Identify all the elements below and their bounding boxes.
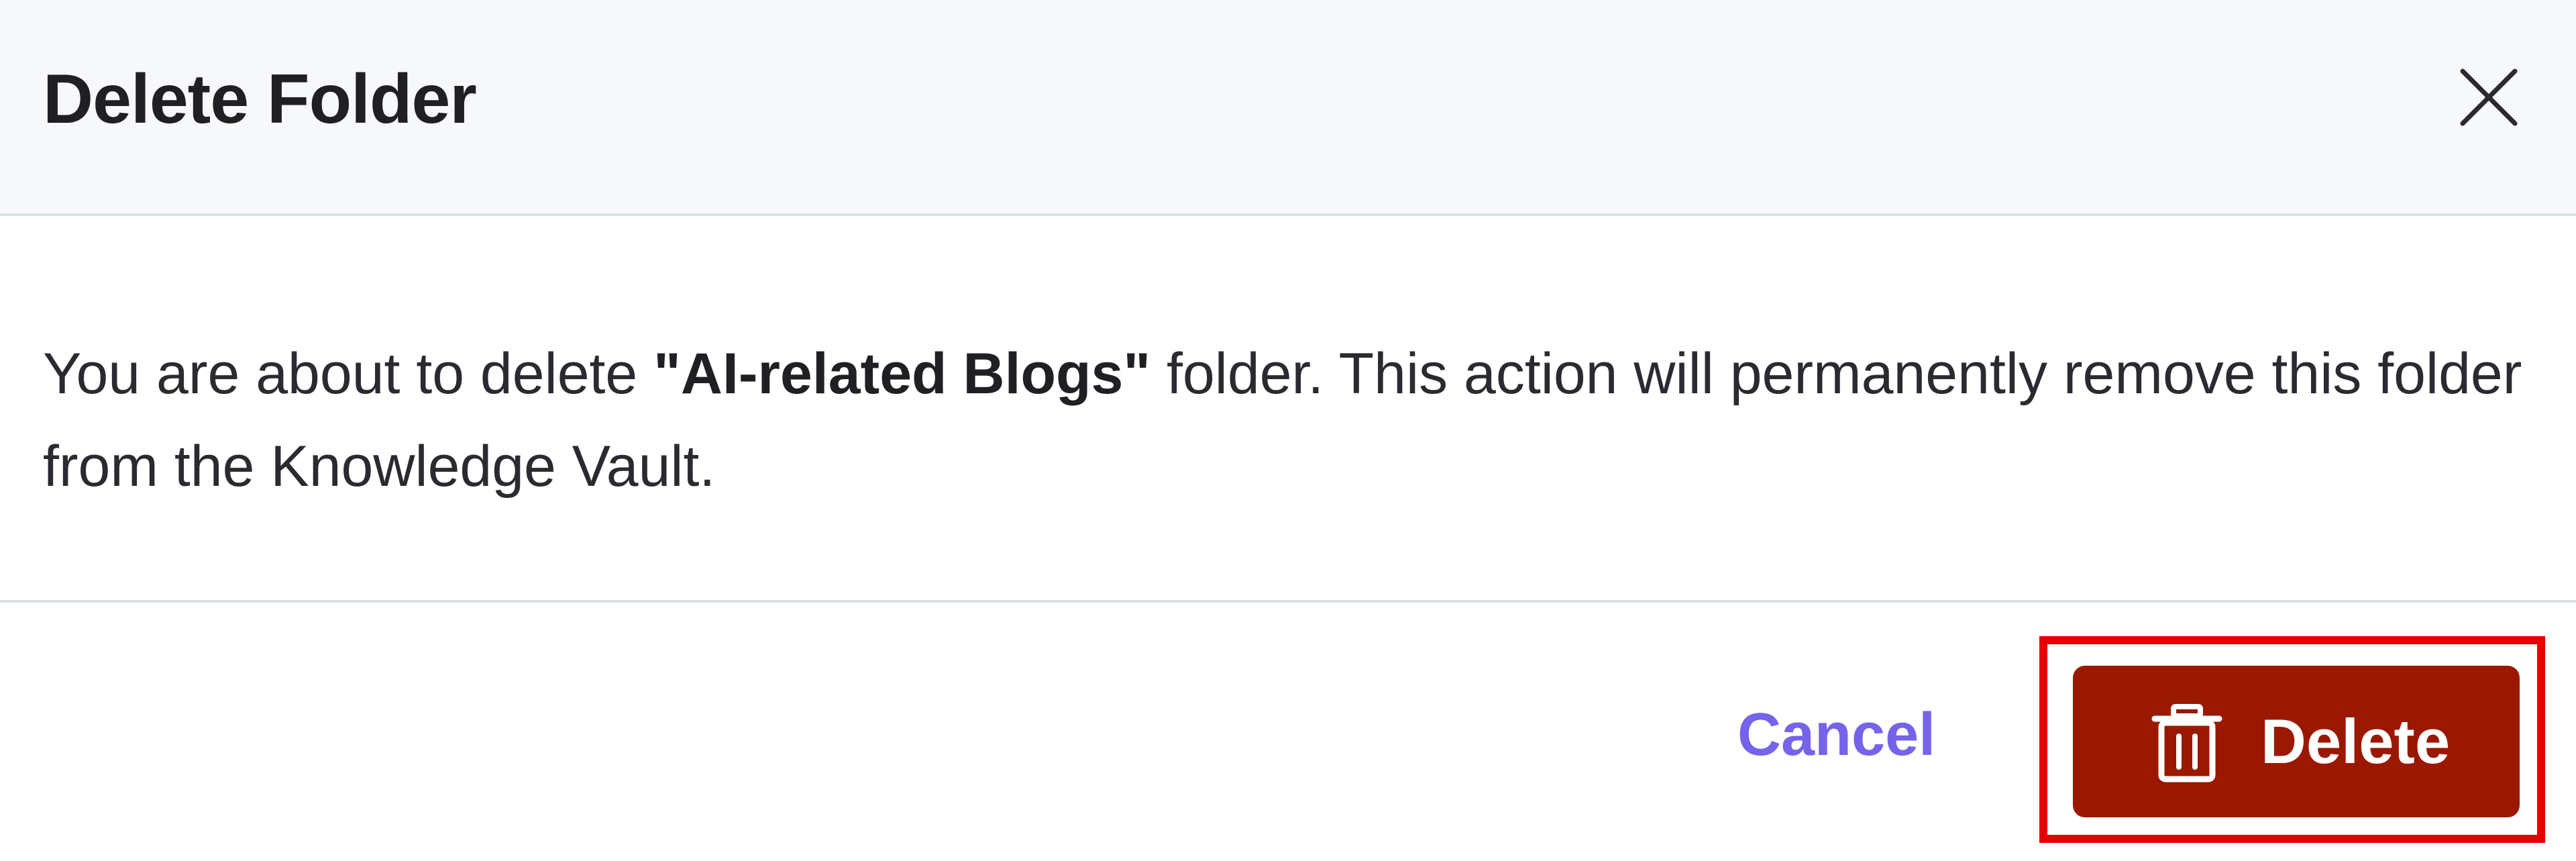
dialog-message: You are about to delete "AI-related Blog…: [43, 327, 2525, 513]
message-prefix: You are about to delete: [43, 342, 654, 406]
delete-folder-dialog: Delete Folder You are about to delete "A…: [0, 0, 2576, 861]
dialog-header: Delete Folder: [0, 0, 2576, 216]
close-icon: [2460, 68, 2518, 126]
delete-button-label: Delete: [2261, 706, 2451, 776]
footer-divider: [0, 600, 2576, 603]
delete-button[interactable]: Delete: [2073, 666, 2520, 817]
folder-name: "AI-related Blogs": [653, 342, 1151, 406]
trash-icon: [2151, 704, 2222, 782]
close-button[interactable]: [2442, 60, 2536, 134]
cancel-button[interactable]: Cancel: [1737, 695, 1935, 775]
dialog-title: Delete Folder: [43, 60, 477, 138]
